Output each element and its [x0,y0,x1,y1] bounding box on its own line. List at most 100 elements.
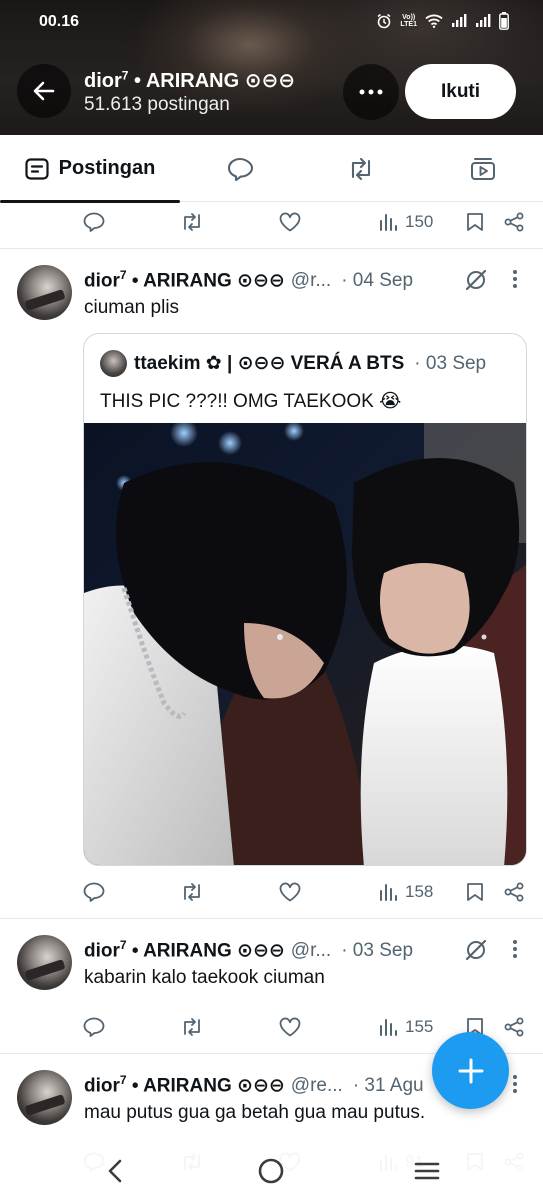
status-icons: Vo)) LTE1 [376,12,509,30]
quote-text: THIS PIC ???!! OMG TAEKOOK 😭 [100,391,402,412]
bookmark-icon [467,213,483,231]
views-count: 150 [405,212,434,231]
nav-back-button[interactable] [100,1156,130,1186]
divider [0,918,543,919]
status-bar: 00.16 Vo)) LTE1 [0,0,543,46]
avatar[interactable] [17,265,72,320]
tab-posts-label: Postingan [58,157,156,179]
views-button[interactable]: 150 [379,202,433,242]
bookmark-button[interactable] [466,202,484,242]
profile-name: dior7 • ARIRANG ⊙⊖⊖ [84,68,296,92]
volte-icon: Vo)) LTE1 [400,14,417,28]
replies-icon [227,157,253,181]
post-count: 51.613 postingan [84,94,230,115]
repost-button[interactable] [180,1007,204,1047]
post-header: dior7 • ARIRANG ⊙⊖⊖ @r... · 04 Sep [84,268,413,292]
reposts-icon [351,157,371,180]
home-circle-icon [258,1158,284,1184]
alarm-icon [377,13,391,29]
quote-photo[interactable] [84,423,526,865]
more-options-button[interactable] [343,64,399,120]
quote-avatar [100,350,127,377]
divider [0,248,543,249]
post-text: ciuman plis [84,297,180,318]
post-handle: @r... [290,940,332,962]
nav-recents-button[interactable] [412,1156,442,1186]
post-more-icon[interactable] [507,267,523,291]
follow-button[interactable]: Ikuti [405,64,516,119]
grok-icon[interactable] [463,267,489,293]
post-text: kabarin kalo taekook ciuman [84,967,325,988]
post-more-icon[interactable] [507,937,523,961]
heart-icon [279,882,301,902]
post-handle: @r... [290,270,332,292]
heart-icon [279,212,301,232]
views-count: 155 [405,1017,434,1036]
post-actions: 158 [0,872,543,912]
share-button[interactable] [504,1007,524,1047]
post-actions-top: 150 [0,202,543,242]
signal-icon [452,14,467,27]
post-handle: @re... [290,1075,343,1097]
bookmark-icon [467,883,483,901]
more-dots-icon [359,89,383,95]
post-date: · 04 Sep [341,270,414,292]
post-date: · 03 Sep [341,940,414,962]
post-more-icon[interactable] [507,1072,523,1096]
views-count: 158 [405,882,434,901]
post-author[interactable]: dior7 • ARIRANG ⊙⊖⊖ [84,1073,285,1097]
views-button[interactable]: 158 [379,872,433,912]
share-icon [504,1017,524,1037]
grok-icon[interactable] [463,937,489,963]
share-button[interactable] [504,872,524,912]
plus-icon [458,1058,483,1083]
like-button[interactable] [279,872,301,912]
media-icon [470,157,495,180]
tab-replies[interactable] [180,135,300,202]
views-icon [380,884,397,901]
chevron-left-icon [108,1159,122,1183]
post-author[interactable]: dior7 • ARIRANG ⊙⊖⊖ [84,268,285,292]
post-header: dior7 • ARIRANG ⊙⊖⊖ @re... · 31 Agu [84,1073,424,1097]
repost-button[interactable] [180,872,204,912]
recents-icon [414,1162,440,1180]
repost-icon [184,883,200,901]
reply-button[interactable] [83,1007,105,1047]
post-date: · 31 Agu [352,1075,424,1097]
status-time: 00.16 [39,13,80,30]
quoted-post[interactable]: ttaekim ✿ | ⊙⊖⊖ VERÁ A BTS · 03 Sep THIS… [83,333,527,866]
reply-icon [83,882,105,902]
share-icon [504,212,524,232]
post-header: dior7 • ARIRANG ⊙⊖⊖ @r... · 03 Sep [84,938,413,962]
repost-icon [184,1018,200,1036]
system-nav-bar [0,1140,543,1200]
like-button[interactable] [279,1007,301,1047]
reply-button[interactable] [83,202,105,242]
reply-button[interactable] [83,872,105,912]
arrow-left-icon [33,81,55,101]
tab-reposts[interactable] [300,135,422,202]
views-icon [380,214,397,231]
quote-header: ttaekim ✿ | ⊙⊖⊖ VERÁ A BTS · 03 Sep [134,352,486,375]
avatar[interactable] [17,1070,72,1125]
tab-posts[interactable]: Postingan [0,135,180,203]
compose-button[interactable] [432,1032,509,1109]
post-author[interactable]: dior7 • ARIRANG ⊙⊖⊖ [84,938,285,962]
quote-author: ttaekim ✿ | ⊙⊖⊖ VERÁ A BTS [134,353,405,374]
back-button[interactable] [17,64,71,118]
bookmark-button[interactable] [466,872,484,912]
avatar[interactable] [17,935,72,990]
battery-icon [499,12,509,30]
views-button[interactable]: 155 [379,1007,433,1047]
tab-media[interactable] [422,135,543,202]
like-button[interactable] [279,202,301,242]
posts-icon [25,157,49,180]
post-text: mau putus gua ga betah gua mau putus. [84,1102,426,1123]
share-button[interactable] [504,202,524,242]
nav-home-button[interactable] [256,1156,286,1186]
profile-tabs: Postingan [0,135,543,203]
repost-button[interactable] [180,202,204,242]
profile-header: 00.16 Vo)) LTE1 dior7 • ARIRANG ⊙⊖⊖ 51.61… [0,0,543,135]
heart-icon [279,1017,301,1037]
reply-icon [83,1017,105,1037]
